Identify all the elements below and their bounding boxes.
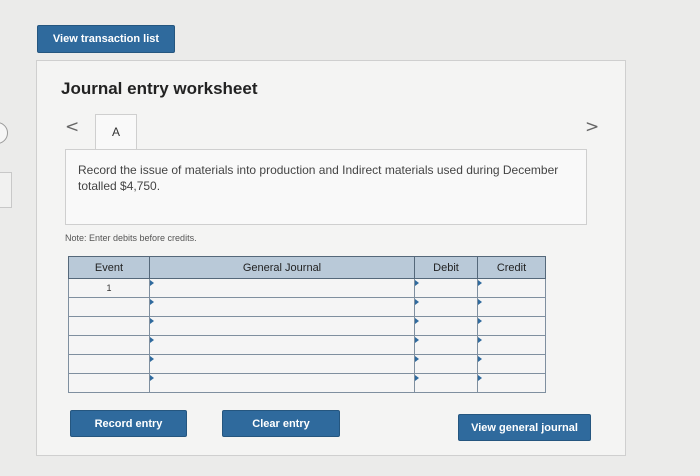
- credit-cell[interactable]: [477, 335, 546, 355]
- event-number-cell: [68, 373, 150, 393]
- journal-entry-worksheet-panel: Journal entry worksheet < A > Record the…: [36, 60, 626, 456]
- account-cell[interactable]: [149, 297, 415, 317]
- credit-cell[interactable]: [477, 278, 546, 298]
- general-journal-column-header: General Journal: [149, 256, 415, 279]
- tab-a[interactable]: A: [95, 114, 137, 150]
- event-number-cell: [68, 335, 150, 355]
- credit-cell[interactable]: [477, 297, 546, 317]
- clear-entry-button[interactable]: Clear entry: [222, 410, 340, 437]
- account-input[interactable]: [150, 336, 414, 355]
- credit-input[interactable]: [478, 374, 545, 393]
- debit-cell[interactable]: [414, 297, 478, 317]
- account-cell[interactable]: [149, 335, 415, 355]
- table-row: [68, 316, 546, 336]
- event-number-cell: [68, 354, 150, 374]
- table-row: [68, 373, 546, 393]
- entry-note: Note: Enter debits before credits.: [65, 233, 197, 243]
- debit-input[interactable]: [415, 317, 477, 336]
- debit-input[interactable]: [415, 279, 477, 298]
- credit-cell[interactable]: [477, 316, 546, 336]
- journal-entry-table: Event General Journal Debit Credit 1: [68, 256, 546, 393]
- event-number-cell: [68, 297, 150, 317]
- table-header-row: Event General Journal Debit Credit: [68, 256, 546, 279]
- credit-input[interactable]: [478, 279, 545, 298]
- account-cell[interactable]: [149, 278, 415, 298]
- debit-column-header: Debit: [414, 256, 478, 279]
- credit-column-header: Credit: [477, 256, 546, 279]
- side-panel-edge: [0, 172, 12, 208]
- credit-cell[interactable]: [477, 354, 546, 374]
- transaction-description: Record the issue of materials into produ…: [65, 149, 587, 225]
- view-general-journal-button[interactable]: View general journal: [458, 414, 591, 441]
- account-input[interactable]: [150, 355, 414, 374]
- account-cell[interactable]: [149, 354, 415, 374]
- table-row: [68, 297, 546, 317]
- debit-cell[interactable]: [414, 373, 478, 393]
- account-input[interactable]: [150, 374, 414, 393]
- record-entry-button[interactable]: Record entry: [70, 410, 187, 437]
- credit-input[interactable]: [478, 298, 545, 317]
- description-text: Record the issue of materials into produ…: [78, 163, 559, 193]
- debit-cell[interactable]: [414, 335, 478, 355]
- worksheet-title: Journal entry worksheet: [61, 79, 258, 98]
- table-row: 1: [68, 278, 546, 298]
- event-number-cell: 1: [68, 278, 150, 298]
- event-column-header: Event: [68, 256, 150, 279]
- debit-cell[interactable]: [414, 316, 478, 336]
- tab-a-label: A: [111, 125, 120, 139]
- debit-input[interactable]: [415, 355, 477, 374]
- account-input[interactable]: [150, 279, 414, 298]
- table-row: [68, 354, 546, 374]
- debit-cell[interactable]: [414, 278, 478, 298]
- debit-cell[interactable]: [414, 354, 478, 374]
- credit-cell[interactable]: [477, 373, 546, 393]
- credit-input[interactable]: [478, 355, 545, 374]
- debit-input[interactable]: [415, 374, 477, 393]
- debit-input[interactable]: [415, 298, 477, 317]
- account-input[interactable]: [150, 317, 414, 336]
- account-input[interactable]: [150, 298, 414, 317]
- view-transaction-list-button[interactable]: View transaction list: [37, 25, 175, 53]
- event-number-cell: [68, 316, 150, 336]
- table-row: [68, 335, 546, 355]
- next-arrow-icon[interactable]: >: [585, 117, 599, 137]
- account-cell[interactable]: [149, 373, 415, 393]
- debit-input[interactable]: [415, 336, 477, 355]
- account-cell[interactable]: [149, 316, 415, 336]
- side-circle-control[interactable]: [0, 122, 8, 144]
- previous-arrow-icon[interactable]: <: [65, 117, 79, 137]
- credit-input[interactable]: [478, 317, 545, 336]
- credit-input[interactable]: [478, 336, 545, 355]
